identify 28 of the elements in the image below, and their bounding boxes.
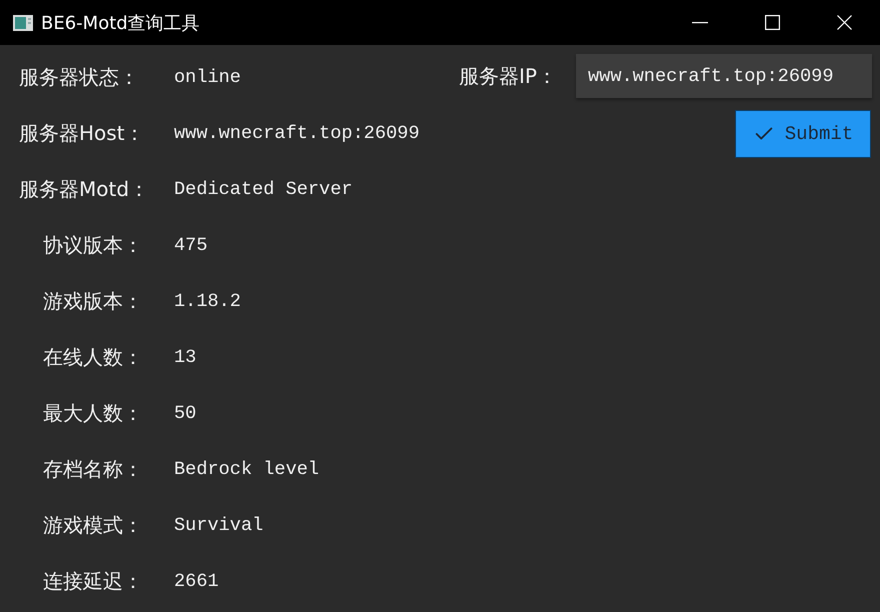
field-label: 游戏模式： — [42, 512, 144, 538]
maximize-icon — [764, 15, 780, 30]
submit-button[interactable]: Submit — [735, 110, 871, 158]
minimize-icon — [692, 22, 708, 24]
field-value: 50 — [174, 402, 196, 424]
field-value: 475 — [174, 234, 208, 256]
field-label: 存档名称： — [42, 456, 144, 482]
field-value: online — [174, 66, 241, 88]
field-value: Survival — [174, 514, 264, 536]
field-label: 协议版本： — [42, 232, 144, 258]
field-value: Dedicated Server — [174, 178, 353, 200]
field-label: 在线人数： — [42, 344, 144, 370]
field-value: www.wnecraft.top:26099 — [174, 122, 420, 144]
window-title: BE6-Motd查询工具 — [41, 12, 200, 34]
field-value: 13 — [174, 346, 196, 368]
field-label: 最大人数： — [42, 400, 144, 426]
app-icon — [13, 14, 33, 30]
field-label: 服务器Motd： — [18, 176, 150, 202]
field-label: 服务器状态： — [18, 64, 140, 90]
field-value: 2661 — [174, 570, 219, 592]
close-icon — [836, 15, 852, 30]
field-value: 1.18.2 — [174, 290, 241, 312]
field-label: 游戏版本： — [42, 288, 144, 314]
field-value: Bedrock level — [174, 458, 320, 480]
field-label: 服务器Host： — [18, 120, 146, 146]
ip-input[interactable]: www.wnecraft.top:26099 — [576, 54, 872, 98]
field-label: 连接延迟： — [42, 568, 144, 594]
ip-label: 服务器IP： — [459, 62, 557, 90]
